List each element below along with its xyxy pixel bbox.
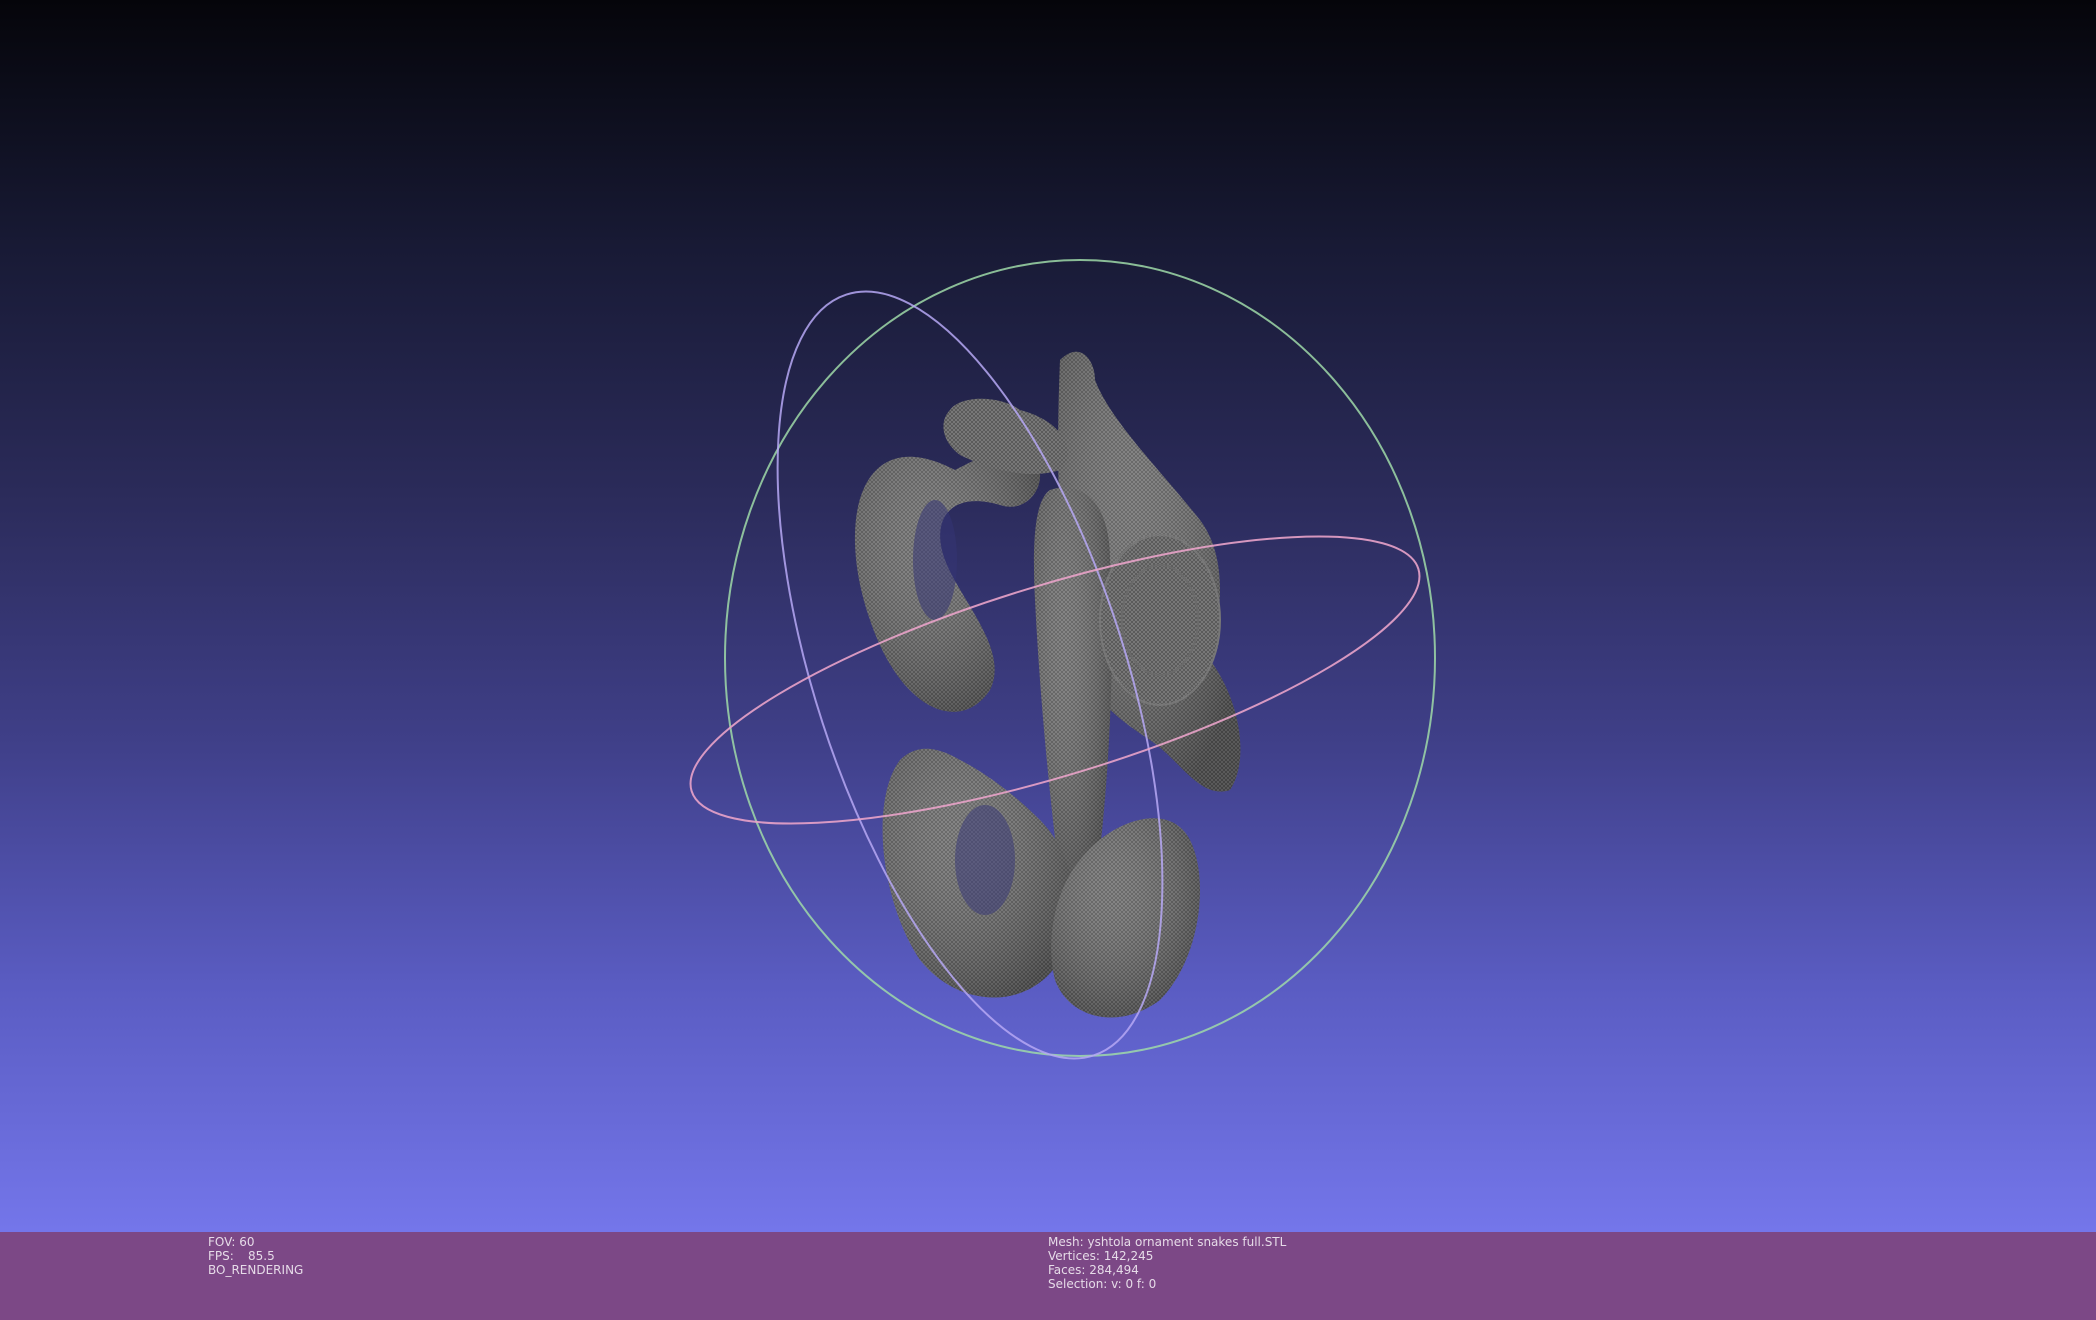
faces-label: Faces: [1048, 1263, 1086, 1277]
mesh-label: Mesh: [1048, 1235, 1084, 1249]
mesh-info: Mesh: yshtola ornament snakes full.STL V… [1048, 1235, 1286, 1291]
vertices-value: 142,245 [1103, 1249, 1154, 1263]
render-info: FOV: 60 FPS: 85.5 BO_RENDERING [208, 1235, 303, 1277]
selection-value: v: 0 f: 0 [1111, 1277, 1157, 1291]
fov-value: 60 [239, 1235, 255, 1249]
fov-label: FOV: [208, 1235, 236, 1249]
vertices-label: Vertices: [1048, 1249, 1100, 1263]
selection-line: Selection: v: 0 f: 0 [1048, 1277, 1286, 1291]
mesh-model[interactable] [854, 351, 1241, 1018]
render-mode: BO_RENDERING [208, 1263, 303, 1277]
render-mode-text: BO_RENDERING [208, 1263, 304, 1277]
mesh-head [943, 398, 1068, 475]
3d-viewport[interactable] [0, 0, 2096, 1232]
selection-label: Selection: [1048, 1277, 1108, 1291]
fps-label: FPS: [208, 1249, 234, 1263]
faces-value: 284,494 [1089, 1263, 1139, 1277]
vertices-line: Vertices: 142,245 [1048, 1249, 1286, 1263]
fps-value: 85.5 [248, 1249, 275, 1263]
faces-line: Faces: 284,494 [1048, 1263, 1286, 1277]
scene-canvas[interactable] [0, 0, 2096, 1232]
mesh-name: yshtola ornament snakes full.STL [1087, 1235, 1287, 1249]
mesh-line: Mesh: yshtola ornament snakes full.STL [1048, 1235, 1286, 1249]
fov-line: FOV: 60 [208, 1235, 303, 1249]
fps-line: FPS: 85.5 [208, 1249, 303, 1263]
status-bar: FOV: 60 FPS: 85.5 BO_RENDERING Mesh: ysht… [0, 1232, 2096, 1320]
